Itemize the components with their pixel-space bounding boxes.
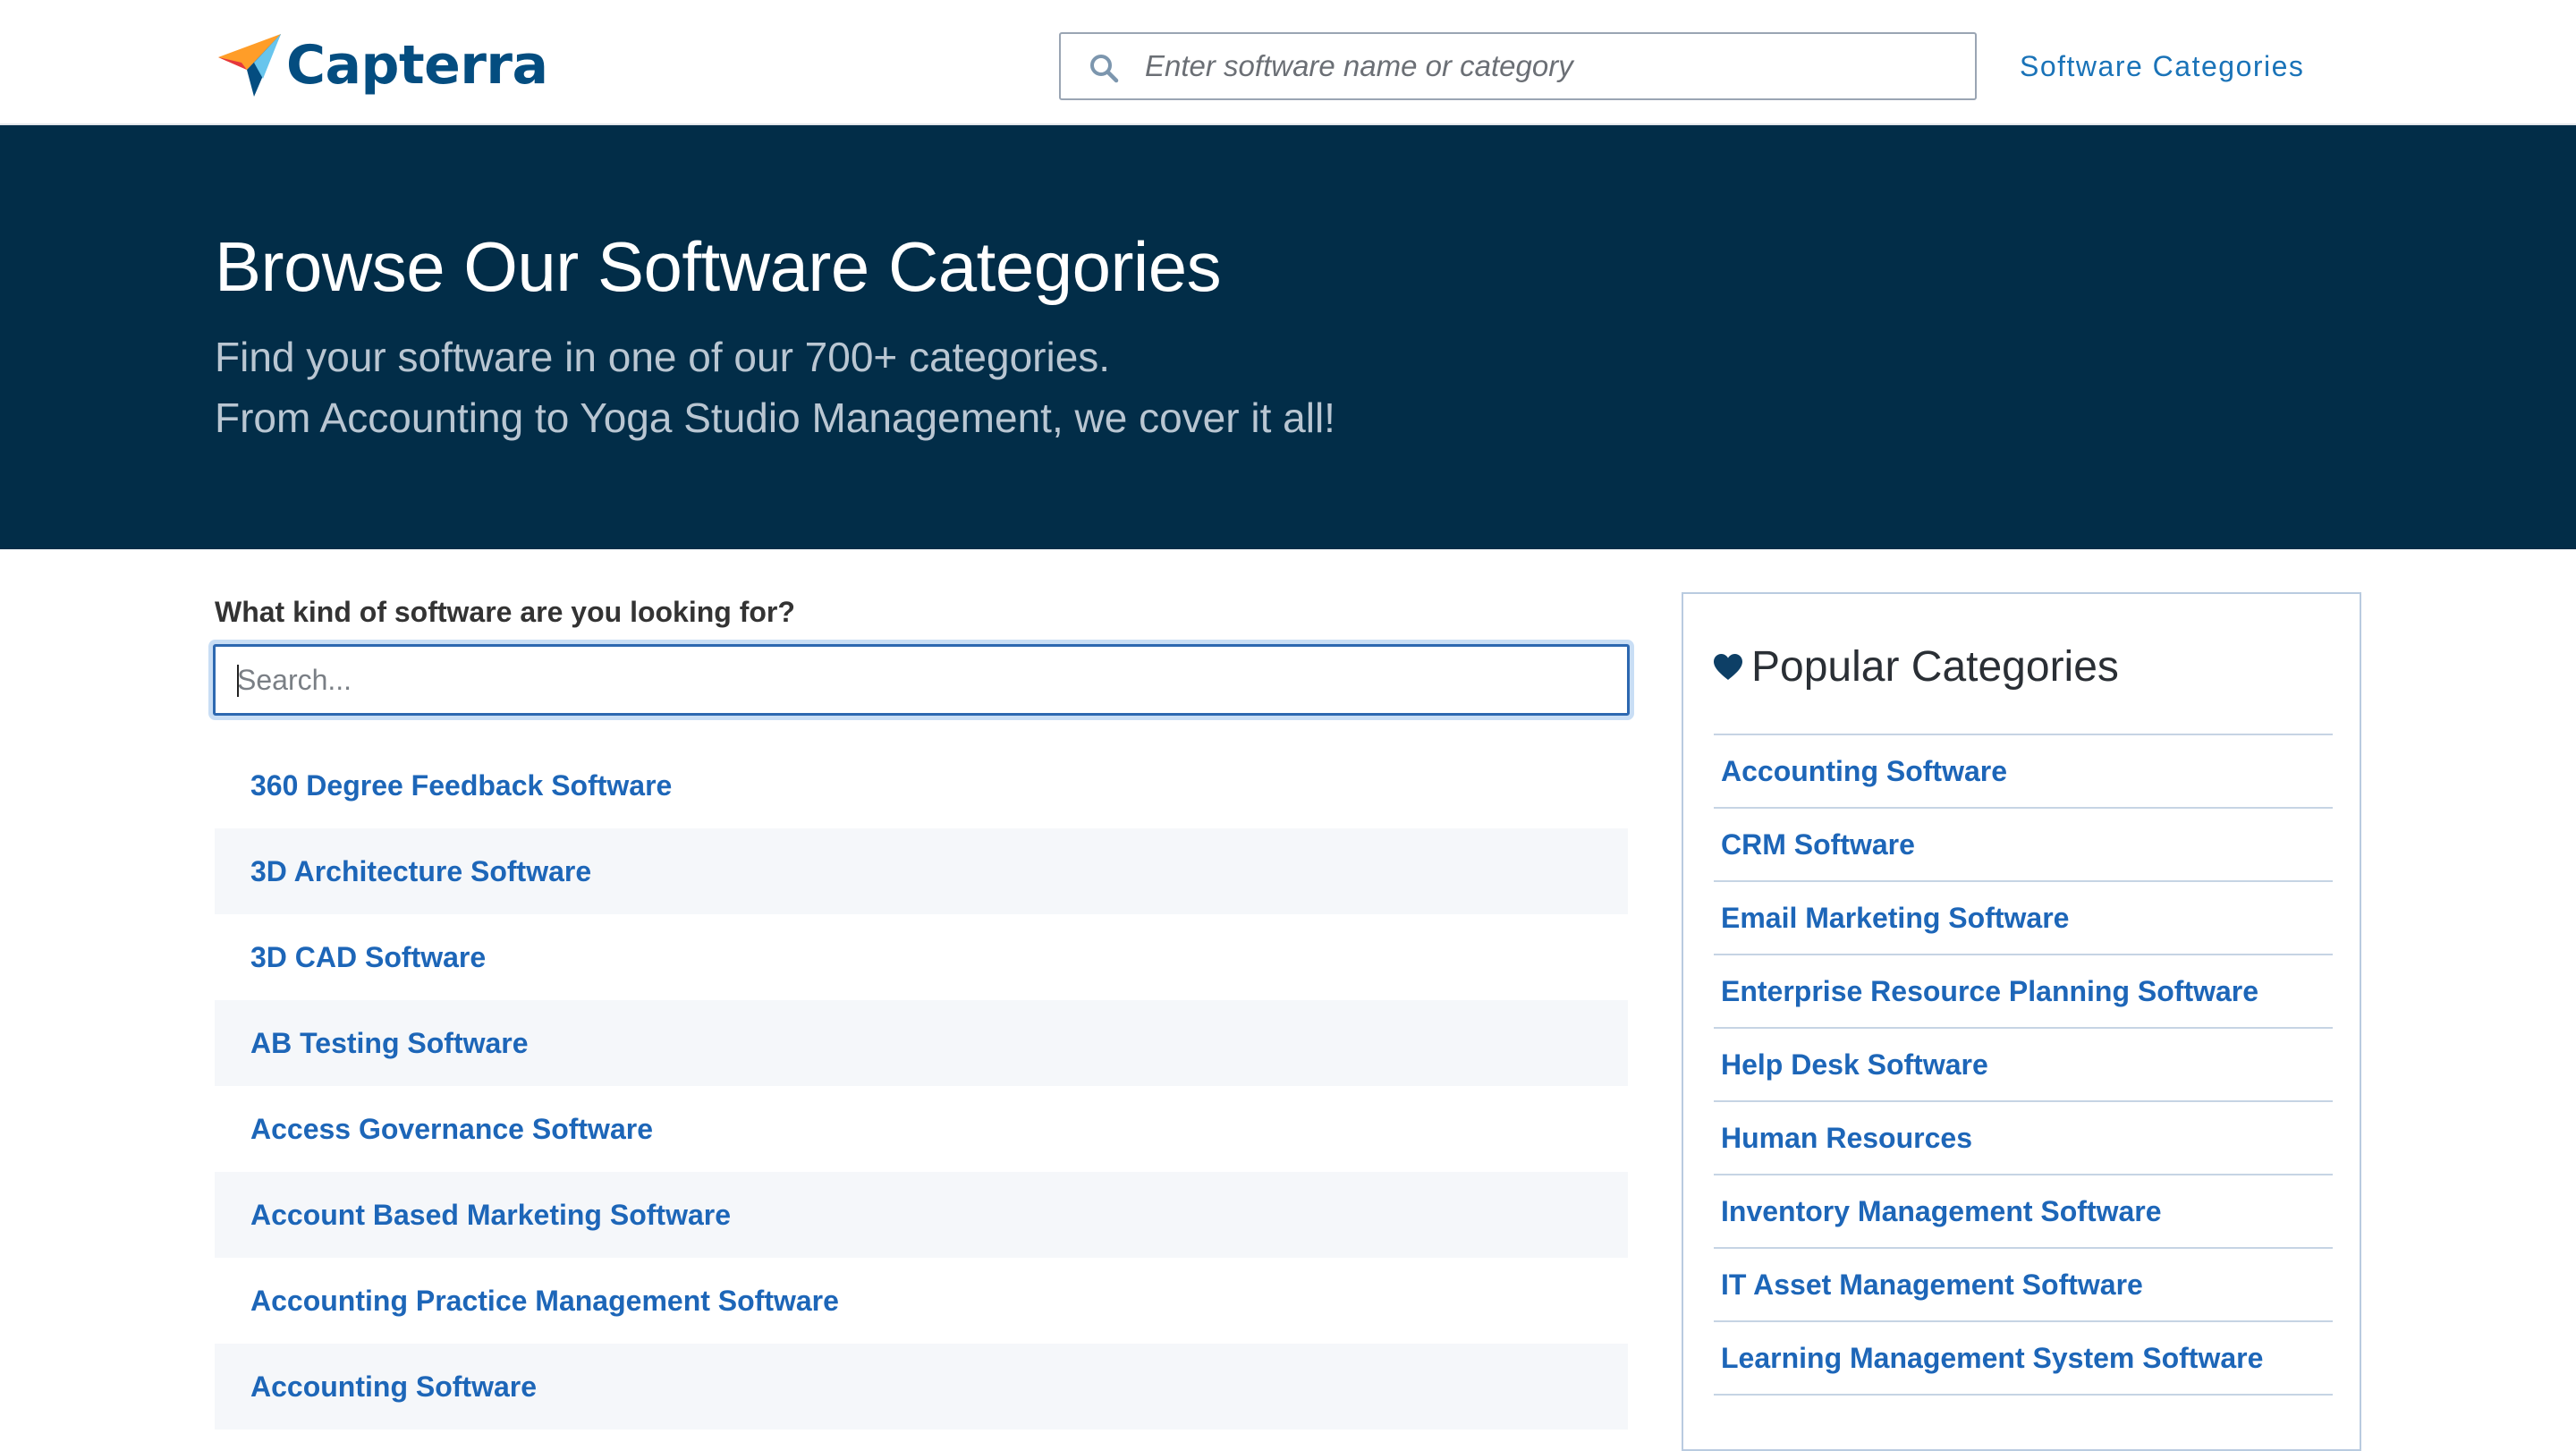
logo-text: Capterra	[286, 34, 548, 97]
popular-category-link[interactable]: Inventory Management Software	[1721, 1195, 2162, 1228]
list-item: Help Desk Software	[1714, 1029, 2333, 1102]
capterra-arrow-logo-icon	[218, 34, 281, 97]
popular-category-link[interactable]: Help Desk Software	[1721, 1048, 1988, 1082]
category-link[interactable]: Account Based Marketing Software	[250, 1199, 731, 1232]
list-item: Email Marketing Software	[1714, 882, 2333, 955]
list-item: Account Based Marketing Software	[215, 1172, 1628, 1258]
list-item: IT Asset Management Software	[1714, 1249, 2333, 1322]
top-header: Capterra Software Categories	[0, 0, 2576, 125]
category-link[interactable]: 3D Architecture Software	[250, 855, 591, 888]
popular-category-link[interactable]: Learning Management System Software	[1721, 1342, 2263, 1375]
hero-subtitle-line-1: Find your software in one of our 700+ ca…	[215, 334, 1111, 380]
list-item: 360 Degree Feedback Software	[215, 742, 1628, 828]
list-item: Access Governance Software	[215, 1086, 1628, 1172]
popular-categories-panel: Popular Categories Accounting Software C…	[1682, 592, 2361, 1451]
hero-banner: Browse Our Software Categories Find your…	[0, 125, 2576, 549]
popular-categories-header: Popular Categories	[1714, 639, 2119, 696]
list-item: Accounting Software	[215, 1344, 1628, 1430]
list-item: Human Resources	[1714, 1102, 2333, 1175]
list-item: CRM Software	[1714, 809, 2333, 882]
category-link[interactable]: Accounting Practice Management Software	[250, 1285, 839, 1318]
category-link[interactable]: 360 Degree Feedback Software	[250, 769, 672, 802]
popular-categories-list: Accounting Software CRM Software Email M…	[1714, 734, 2333, 1396]
popular-category-link[interactable]: CRM Software	[1721, 828, 1915, 861]
list-item: Accounting Practice Management Software	[215, 1258, 1628, 1344]
popular-category-link[interactable]: Enterprise Resource Planning Software	[1721, 975, 2258, 1008]
category-link[interactable]: AB Testing Software	[250, 1027, 529, 1060]
list-item: 3D CAD Software	[215, 914, 1628, 1000]
text-cursor	[237, 665, 239, 697]
category-list: 360 Degree Feedback Software 3D Architec…	[215, 742, 1628, 1430]
popular-category-link[interactable]: Human Resources	[1721, 1122, 1972, 1155]
global-search-input[interactable]	[1145, 34, 1950, 98]
global-search-box[interactable]	[1059, 32, 1977, 100]
page-title: Browse Our Software Categories	[215, 227, 1222, 306]
popular-category-link[interactable]: Email Marketing Software	[1721, 902, 2069, 935]
capterra-logo[interactable]: Capterra	[215, 30, 548, 100]
popular-category-link[interactable]: Accounting Software	[1721, 755, 2007, 788]
popular-category-link[interactable]: IT Asset Management Software	[1721, 1269, 2143, 1302]
list-item: Accounting Software	[1714, 735, 2333, 809]
category-link[interactable]: Access Governance Software	[250, 1113, 653, 1146]
list-item: Enterprise Resource Planning Software	[1714, 955, 2333, 1029]
list-item: Inventory Management Software	[1714, 1175, 2333, 1249]
popular-categories-title: Popular Categories	[1751, 643, 2119, 691]
category-search-box[interactable]	[213, 644, 1630, 716]
hero-subtitle-line-2: From Accounting to Yoga Studio Managemen…	[215, 395, 1335, 441]
heart-icon	[1714, 654, 1742, 680]
category-link[interactable]: 3D CAD Software	[250, 941, 486, 974]
category-link[interactable]: Accounting Software	[250, 1370, 537, 1404]
search-icon	[1090, 55, 1119, 83]
list-item: 3D Architecture Software	[215, 828, 1628, 914]
list-item: AB Testing Software	[215, 1000, 1628, 1086]
list-item: Learning Management System Software	[1714, 1322, 2333, 1396]
category-search-input[interactable]	[237, 647, 1606, 713]
search-question-label: What kind of software are you looking fo…	[215, 596, 795, 628]
software-categories-link[interactable]: Software Categories	[2020, 45, 2304, 88]
